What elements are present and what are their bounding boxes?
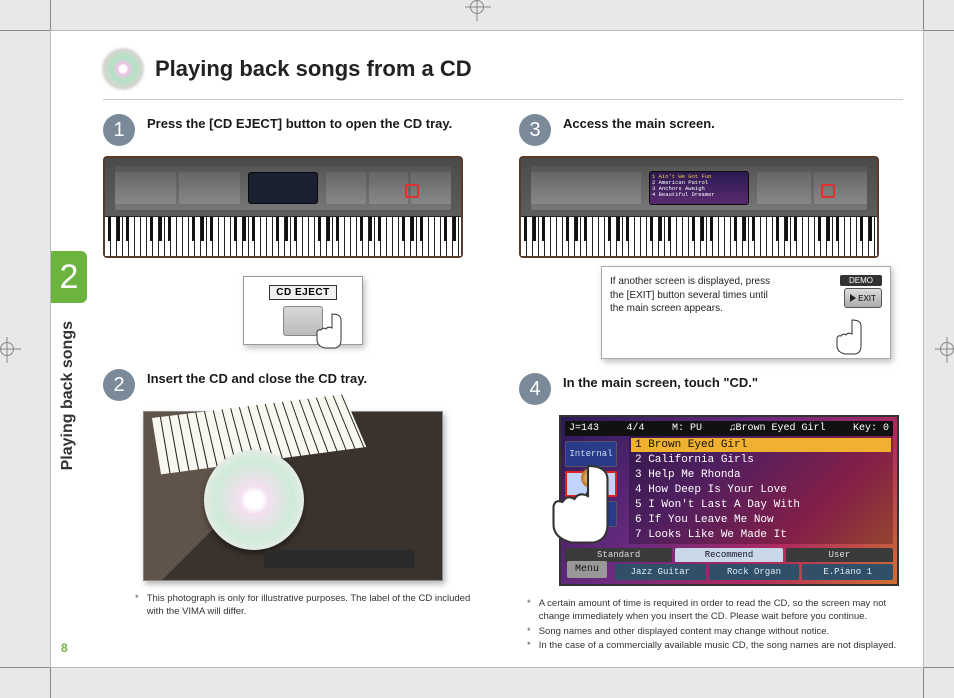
song-row[interactable]: 4 How Deep Is Your Love bbox=[631, 483, 891, 497]
menu-button[interactable]: Menu bbox=[567, 561, 607, 578]
tab-recommend[interactable]: Recommend bbox=[675, 548, 782, 562]
step-4-heading: 4 In the main screen, touch "CD." bbox=[519, 373, 903, 405]
footnotes-right: * A certain amount of time is required i… bbox=[527, 598, 903, 653]
key-readout: Key: 0 bbox=[853, 423, 889, 434]
step-text-1: Press the [CD EJECT] button to open the … bbox=[147, 114, 452, 133]
song-list: 1 Brown Eyed Girl 2 California Girls 3 H… bbox=[629, 436, 893, 544]
song-row[interactable]: 2 California Girls bbox=[631, 453, 891, 467]
song-row[interactable]: 1 Brown Eyed Girl bbox=[631, 438, 891, 452]
tab-user[interactable]: User bbox=[786, 548, 893, 562]
song-row[interactable]: 7 Looks Like We Made It bbox=[631, 528, 891, 542]
step-number-4: 4 bbox=[519, 373, 551, 405]
chapter-label: Playing back songs bbox=[59, 321, 77, 470]
step-3-heading: 3 Access the main screen. bbox=[519, 114, 903, 146]
footnote-left-1: This photograph is only for illustrative… bbox=[147, 593, 487, 619]
sound-button[interactable]: E.Piano 1 bbox=[802, 564, 893, 580]
pointing-hand-icon bbox=[312, 310, 352, 350]
exit-button-image: EXIT bbox=[844, 288, 882, 308]
cd-insert-photo bbox=[143, 411, 443, 581]
time-sig-readout: 4/4 bbox=[626, 423, 644, 434]
tempo-readout: J=143 bbox=[569, 423, 599, 434]
song-row[interactable]: 6 If You Leave Me Now bbox=[631, 513, 891, 527]
step-number-1: 1 bbox=[103, 114, 135, 146]
step-text-3: Access the main screen. bbox=[563, 114, 715, 133]
cd-disc-icon bbox=[103, 49, 143, 89]
main-screen-thumbnail: 1 Ain't We Got Fun 2 American Patrol 3 A… bbox=[649, 171, 749, 205]
sound-button[interactable]: Rock Organ bbox=[709, 564, 800, 580]
step-text-2: Insert the CD and close the CD tray. bbox=[147, 369, 367, 388]
measure-readout: M: PU bbox=[672, 423, 702, 434]
sound-button[interactable]: Jazz Guitar bbox=[615, 564, 706, 580]
keyboard-illustration-1 bbox=[103, 156, 463, 258]
demo-label: DEMO bbox=[840, 275, 882, 286]
keyboard-illustration-2: 1 Ain't We Got Fun 2 American Patrol 3 A… bbox=[519, 156, 879, 258]
page: 2 Playing back songs 8 Playing back song… bbox=[50, 30, 924, 668]
title-row: Playing back songs from a CD bbox=[103, 49, 903, 100]
step-number-2: 2 bbox=[103, 369, 135, 401]
touch-screen-illustration: J=143 4/4 M: PU ♫Brown Eyed Girl Key: 0 … bbox=[559, 415, 899, 586]
step-text-4: In the main screen, touch "CD." bbox=[563, 373, 758, 392]
page-number: 8 bbox=[61, 641, 68, 655]
chapter-number: 2 bbox=[51, 251, 87, 303]
exit-hint-text: If another screen is displayed, press th… bbox=[610, 275, 782, 350]
side-tab: 2 Playing back songs 8 bbox=[51, 31, 87, 667]
cd-eject-callout: CD EJECT bbox=[243, 276, 363, 345]
pointing-hand-icon bbox=[832, 316, 872, 356]
step-2-heading: 2 Insert the CD and close the CD tray. bbox=[103, 369, 487, 401]
footnote-right-2: Song names and other displayed content m… bbox=[539, 626, 829, 639]
song-row[interactable]: 3 Help Me Rhonda bbox=[631, 468, 891, 482]
cd-disc-icon bbox=[204, 450, 304, 550]
pointing-hand-icon bbox=[537, 457, 627, 547]
footnote-right-3: In the case of a commercially available … bbox=[539, 640, 896, 653]
cd-eject-label: CD EJECT bbox=[269, 285, 336, 300]
page-title: Playing back songs from a CD bbox=[155, 56, 472, 82]
footnotes-left: * This photograph is only for illustrati… bbox=[135, 593, 487, 619]
step-number-3: 3 bbox=[519, 114, 551, 146]
footnote-right-1: A certain amount of time is required in … bbox=[539, 598, 903, 624]
exit-hint-callout: If another screen is displayed, press th… bbox=[601, 266, 891, 359]
step-1-heading: 1 Press the [CD EJECT] button to open th… bbox=[103, 114, 487, 146]
cd-eject-highlight bbox=[405, 184, 419, 198]
song-title-readout: ♫Brown Eyed Girl bbox=[729, 423, 825, 434]
song-row[interactable]: 5 I Won't Last A Day With bbox=[631, 498, 891, 512]
exit-button-highlight bbox=[821, 184, 835, 198]
tab-standard[interactable]: Standard bbox=[565, 548, 672, 562]
